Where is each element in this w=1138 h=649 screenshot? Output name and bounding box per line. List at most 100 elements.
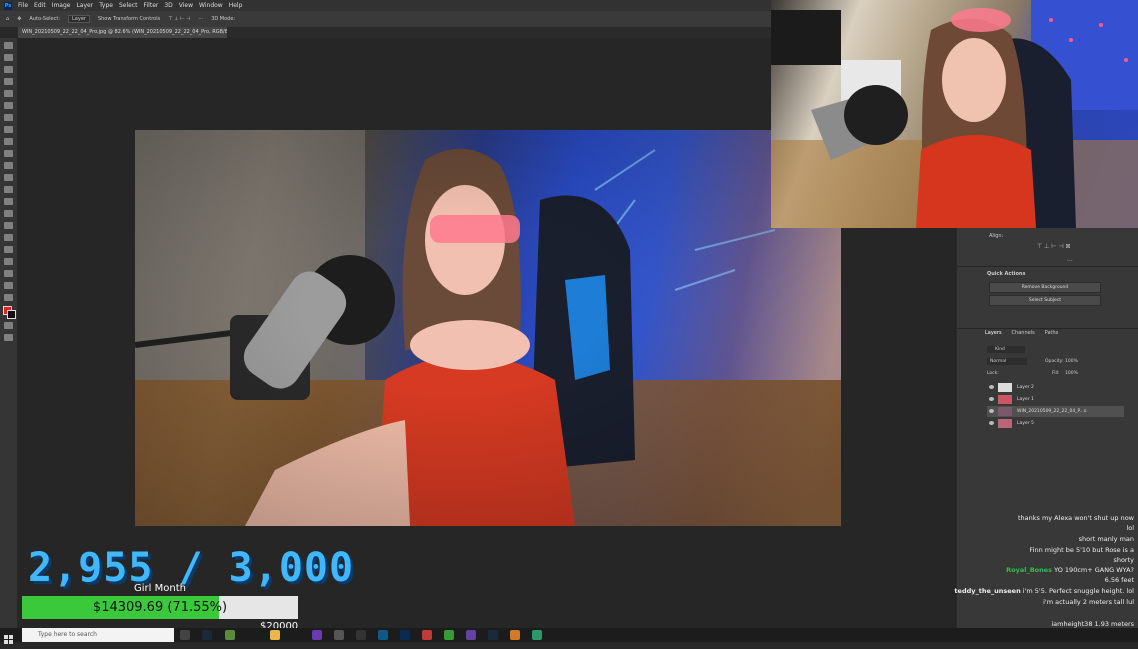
steam-icon[interactable] — [488, 630, 498, 640]
align-icons[interactable]: ⊤ ⊥ ⊢ ⊣ — [168, 16, 190, 22]
chat-message: shorty — [1113, 556, 1134, 564]
lasso-tool-icon[interactable] — [4, 66, 13, 73]
photo-artwork — [135, 130, 841, 526]
menu-3d[interactable]: 3D — [164, 2, 172, 9]
visibility-eye-icon[interactable] — [989, 409, 994, 413]
quick-select-tool-icon[interactable] — [4, 78, 13, 85]
brush-tool-icon[interactable] — [4, 138, 13, 145]
app-icon[interactable] — [532, 630, 542, 640]
crop-tool-icon[interactable] — [4, 90, 13, 97]
menu-file[interactable]: File — [18, 2, 28, 9]
type-tool-icon[interactable] — [4, 234, 13, 241]
blur-tool-icon[interactable] — [4, 198, 13, 205]
chat-message: 6.56 feet — [1104, 576, 1134, 584]
app-icon[interactable] — [356, 630, 366, 640]
auto-select-dropdown[interactable]: Layer — [68, 15, 90, 23]
obs-icon[interactable] — [334, 630, 344, 640]
more-icon[interactable]: ··· — [1067, 258, 1073, 265]
layer-thumbnail — [998, 383, 1012, 392]
marquee-tool-icon[interactable] — [4, 54, 13, 61]
chat-username: Royal_Bones — [1006, 566, 1053, 574]
vegas-icon[interactable] — [378, 630, 388, 640]
screen-mode-icon[interactable] — [4, 334, 13, 341]
webcam-artwork — [771, 0, 1138, 228]
minecraft-icon[interactable] — [225, 630, 235, 640]
task-view-icon[interactable] — [180, 630, 190, 640]
visibility-eye-icon[interactable] — [989, 397, 994, 401]
document-tab[interactable]: WIN_20210509_22_22_04_Pro.jpg @ 82.6% (W… — [18, 27, 227, 38]
auto-select-checkbox[interactable]: Auto-Select: — [29, 16, 60, 22]
menu-window[interactable]: Window — [199, 2, 223, 9]
frame-tool-icon[interactable] — [4, 102, 13, 109]
hand-tool-icon[interactable] — [4, 270, 13, 277]
quick-mask-icon[interactable] — [4, 322, 13, 329]
eraser-tool-icon[interactable] — [4, 174, 13, 181]
opacity-field[interactable]: 100% — [1065, 359, 1078, 364]
file-explorer-icon[interactable] — [270, 630, 280, 640]
more-options-icon[interactable]: ··· — [198, 16, 203, 22]
menu-edit[interactable]: Edit — [34, 2, 46, 9]
quick-actions-title: Quick Actions — [987, 271, 1026, 277]
windows-start-icon[interactable] — [4, 630, 14, 644]
menu-image[interactable]: Image — [52, 2, 71, 9]
pen-tool-icon[interactable] — [4, 222, 13, 229]
layer-row[interactable]: Layer 5 — [987, 418, 1124, 429]
layer-thumbnail — [998, 419, 1012, 428]
gradient-tool-icon[interactable] — [4, 186, 13, 193]
chat-message: short manly man — [1078, 535, 1134, 543]
background-color-swatch[interactable] — [7, 310, 16, 319]
visibility-eye-icon[interactable] — [989, 421, 994, 425]
dodge-tool-icon[interactable] — [4, 210, 13, 217]
chat-message: lol — [1126, 524, 1134, 532]
home-icon[interactable]: ⌂ — [6, 16, 9, 22]
align-icons[interactable]: ⊤ ⊥ ⊢ ⊣ ⊠ — [1037, 243, 1071, 250]
visibility-eye-icon[interactable] — [989, 385, 994, 389]
chrome-icon[interactable] — [444, 630, 454, 640]
healing-brush-icon[interactable] — [4, 126, 13, 133]
menu-help[interactable]: Help — [229, 2, 243, 9]
app-icon[interactable] — [422, 630, 432, 640]
menu-type[interactable]: Type — [99, 2, 113, 9]
layer-thumbnail — [998, 407, 1012, 416]
tab-channels[interactable]: Channels — [1012, 330, 1035, 340]
history-brush-icon[interactable] — [4, 162, 13, 169]
taskbar-search-input[interactable]: Type here to search — [22, 628, 174, 642]
twitch-icon[interactable] — [466, 630, 476, 640]
select-subject-button[interactable]: Select Subject — [989, 295, 1101, 306]
layer-filter-dropdown[interactable]: Kind — [987, 346, 1025, 353]
rectangle-tool-icon[interactable] — [4, 258, 13, 265]
app-icon[interactable] — [510, 630, 520, 640]
steam-icon[interactable] — [202, 630, 212, 640]
tab-paths[interactable]: Paths — [1045, 330, 1059, 340]
transform-controls-checkbox[interactable]: Show Transform Controls — [98, 16, 160, 22]
eyedropper-tool-icon[interactable] — [4, 114, 13, 121]
chat-message: thanks my Alexa won't shut up now — [1017, 514, 1134, 522]
menu-view[interactable]: View — [179, 2, 193, 9]
layer-row-selected[interactable]: WIN_20210509_22_22_04_P...o — [987, 406, 1124, 417]
photoshop-taskbar-icon[interactable] — [400, 630, 410, 640]
path-select-icon[interactable] — [4, 246, 13, 253]
remove-background-button[interactable]: Remove Background — [989, 282, 1101, 293]
edit-toolbar-icon[interactable] — [4, 294, 13, 301]
zoom-tool-icon[interactable] — [4, 282, 13, 289]
app-icon[interactable] — [312, 630, 322, 640]
fill-label: Fill: — [1052, 371, 1060, 376]
opacity-label: Opacity: — [1045, 359, 1064, 364]
layer-row[interactable]: Layer 2 — [987, 382, 1124, 393]
chat-username: teddy_the_unseen — [954, 587, 1021, 595]
layer-row[interactable]: Layer 1 — [987, 394, 1124, 405]
menu-select[interactable]: Select — [119, 2, 138, 9]
clone-stamp-icon[interactable] — [4, 150, 13, 157]
fill-field[interactable]: 100% — [1065, 371, 1078, 376]
chat-message: Royal_Bones YO 190cm+ GANG WYA? — [1006, 566, 1134, 574]
move-tool-icon[interactable]: ✥ — [17, 16, 21, 22]
layer-name: Layer 2 — [1017, 385, 1034, 390]
move-tool-icon[interactable] — [4, 42, 13, 49]
blend-mode-dropdown[interactable]: Normal — [987, 358, 1027, 365]
menu-layer[interactable]: Layer — [76, 2, 93, 9]
menu-filter[interactable]: Filter — [144, 2, 159, 9]
goal-progress-text: $14309.69 (71.55%) — [92, 600, 228, 615]
document-image[interactable] — [135, 130, 841, 526]
tab-layers[interactable]: Layers — [985, 330, 1002, 340]
webcam-overlay — [771, 0, 1138, 228]
